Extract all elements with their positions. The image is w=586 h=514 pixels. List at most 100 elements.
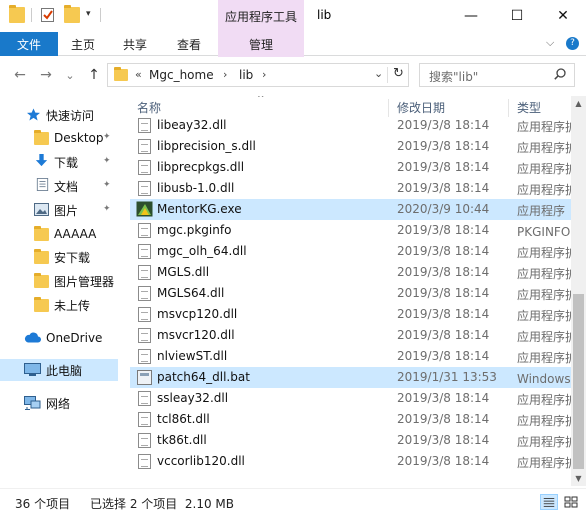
- dll-file-icon: [138, 286, 151, 301]
- file-type: 应用程序扩展: [517, 435, 571, 449]
- table-row[interactable]: vccorlib120.dll 2019/3/8 18:14 应用程序扩展: [130, 451, 571, 472]
- file-name: MGLS.dll: [157, 265, 210, 279]
- table-row[interactable]: mgc.pkginfo 2019/3/8 18:14 PKGINFO 文件: [130, 220, 571, 241]
- table-row[interactable]: libprecpkgs.dll 2019/3/8 18:14 应用程序扩展: [130, 157, 571, 178]
- sidebar-item-network[interactable]: 网络: [0, 392, 118, 414]
- context-tab-header: 应用程序工具: [218, 0, 304, 32]
- scroll-down-button[interactable]: ▼: [571, 471, 586, 486]
- tab-view[interactable]: 查看: [163, 32, 215, 56]
- table-row[interactable]: libusb-1.0.dll 2019/3/8 18:14 应用程序扩展: [130, 178, 571, 199]
- file-type: 应用程序扩展: [517, 141, 571, 155]
- search-input[interactable]: 搜索"lib": [429, 68, 478, 85]
- pin-icon[interactable]: ✦: [103, 204, 111, 214]
- sidebar-item-not-uploaded[interactable]: 未上传: [0, 294, 118, 316]
- sidebar-label: 网络: [46, 396, 71, 411]
- minimize-button[interactable]: —: [448, 0, 494, 32]
- star-icon: [27, 108, 40, 121]
- table-row[interactable]: tcl86t.dll 2019/3/8 18:14 应用程序扩展: [130, 409, 571, 430]
- sidebar-item-picture-manager[interactable]: 图片管理器: [0, 270, 118, 292]
- dll-file-icon: [138, 181, 151, 196]
- tab-file[interactable]: 文件: [0, 32, 58, 56]
- table-row[interactable]: MGLS.dll 2019/3/8 18:14 应用程序扩展: [130, 262, 571, 283]
- sidebar-item-documents[interactable]: 文档 ✦: [0, 175, 118, 197]
- table-row[interactable]: patch64_dll.bat 2019/1/31 13:53 Windows 批处…: [130, 367, 571, 388]
- file-date: 2019/3/8 18:14: [397, 118, 490, 132]
- table-row[interactable]: tk86t.dll 2019/3/8 18:14 应用程序扩展: [130, 430, 571, 451]
- back-button[interactable]: ←: [12, 67, 28, 83]
- file-name: MGLS64.dll: [157, 286, 225, 300]
- tab-home[interactable]: 主页: [58, 32, 108, 56]
- table-row[interactable]: ssleay32.dll 2019/3/8 18:14 应用程序扩展: [130, 388, 571, 409]
- sidebar-label: 文档: [54, 179, 79, 194]
- breadcrumb-overflow[interactable]: «: [135, 68, 142, 81]
- chevron-right-icon[interactable]: ›: [262, 68, 266, 81]
- properties-icon[interactable]: [40, 7, 56, 23]
- scrollbar-thumb[interactable]: [573, 294, 584, 469]
- recent-locations-button[interactable]: ⌄: [62, 69, 78, 82]
- file-type: 应用程序扩展: [517, 414, 571, 428]
- file-date: 2019/1/31 13:53: [397, 370, 497, 384]
- chevron-right-icon[interactable]: ›: [223, 68, 227, 81]
- table-row[interactable]: libprecision_s.dll 2019/3/8 18:14 应用程序扩展: [130, 136, 571, 157]
- file-date: 2019/3/8 18:14: [397, 160, 490, 174]
- dll-file-icon: [138, 391, 151, 406]
- pin-icon[interactable]: ✦: [103, 132, 111, 142]
- sidebar-item-aaaaa[interactable]: AAAAA: [0, 223, 118, 245]
- sidebar-item-anxz[interactable]: 安下载: [0, 246, 118, 268]
- search-box[interactable]: 搜索"lib": [419, 63, 575, 87]
- table-row[interactable]: MGLS64.dll 2019/3/8 18:14 应用程序扩展: [130, 283, 571, 304]
- file-date: 2019/3/8 18:14: [397, 412, 490, 426]
- breadcrumb-mgc-home[interactable]: Mgc_home: [149, 68, 214, 82]
- sidebar-label: AAAAA: [54, 227, 97, 241]
- table-row[interactable]: msvcp120.dll 2019/3/8 18:14 应用程序扩展: [130, 304, 571, 325]
- file-type: Windows 批处理文件: [517, 372, 571, 386]
- help-icon[interactable]: ?: [566, 37, 579, 50]
- file-type: 应用程序扩展: [517, 309, 571, 323]
- sidebar-item-pictures[interactable]: 图片 ✦: [0, 199, 118, 221]
- scroll-up-button[interactable]: ▲: [571, 96, 586, 111]
- file-date: 2020/3/9 10:44: [397, 202, 490, 216]
- pin-icon[interactable]: ✦: [103, 156, 111, 166]
- file-date: 2019/3/8 18:14: [397, 307, 490, 321]
- address-separator: [387, 67, 388, 83]
- sidebar-label: 此电脑: [46, 363, 83, 378]
- file-name: nlviewST.dll: [157, 349, 228, 363]
- sidebar-item-onedrive[interactable]: OneDrive: [0, 327, 118, 349]
- close-button[interactable]: ✕: [540, 0, 586, 32]
- file-name: tcl86t.dll: [157, 412, 210, 426]
- address-dropdown-icon[interactable]: ⌄: [374, 67, 383, 80]
- file-date: 2019/3/8 18:14: [397, 349, 490, 363]
- table-row[interactable]: msvcr120.dll 2019/3/8 18:14 应用程序扩展: [130, 325, 571, 346]
- vertical-scrollbar[interactable]: ▲ ▼: [571, 96, 586, 486]
- sidebar-item-quick-access[interactable]: 快速访问: [0, 104, 118, 126]
- customize-toolbar-icon[interactable]: ▾: [86, 9, 91, 19]
- file-type: 应用程序: [517, 204, 566, 218]
- table-row[interactable]: mgc_olh_64.dll 2019/3/8 18:14 应用程序扩展: [130, 241, 571, 262]
- sidebar-item-downloads[interactable]: 下载 ✦: [0, 151, 118, 173]
- details-view-icon[interactable]: [540, 494, 558, 510]
- title-bar: ▾ 应用程序工具 lib — ☐ ✕: [0, 0, 586, 32]
- new-folder-icon[interactable]: [64, 5, 80, 23]
- refresh-icon[interactable]: ↻: [393, 66, 404, 81]
- file-name: mgc.pkginfo: [157, 223, 232, 237]
- maximize-button[interactable]: ☐: [494, 0, 540, 32]
- address-bar[interactable]: « Mgc_home › lib › ⌄ ↻: [107, 63, 409, 87]
- large-icons-view-icon[interactable]: [562, 494, 580, 510]
- file-name: patch64_dll.bat: [157, 370, 250, 384]
- table-row[interactable]: MentorKG.exe 2020/3/9 10:44 应用程序: [130, 199, 571, 220]
- forward-button[interactable]: →: [38, 67, 54, 83]
- file-name: msvcp120.dll: [157, 307, 238, 321]
- table-row[interactable]: libeay32.dll 2019/3/8 18:14 应用程序扩展: [130, 115, 571, 136]
- up-button[interactable]: ↑: [86, 67, 102, 83]
- sidebar-label: 下载: [54, 155, 79, 170]
- tab-manage[interactable]: 管理: [218, 32, 304, 57]
- table-row[interactable]: nlviewST.dll 2019/3/8 18:14 应用程序扩展: [130, 346, 571, 367]
- tab-share[interactable]: 共享: [110, 32, 160, 56]
- breadcrumb-lib[interactable]: lib: [239, 68, 253, 82]
- search-icon[interactable]: [554, 68, 566, 80]
- pin-icon[interactable]: ✦: [103, 180, 111, 190]
- sidebar-item-this-pc[interactable]: 此电脑: [0, 359, 118, 381]
- sidebar-item-desktop[interactable]: Desktop ✦: [0, 127, 118, 149]
- dll-file-icon: [138, 307, 151, 322]
- ribbon-collapse-icon[interactable]: ⌵: [546, 36, 554, 50]
